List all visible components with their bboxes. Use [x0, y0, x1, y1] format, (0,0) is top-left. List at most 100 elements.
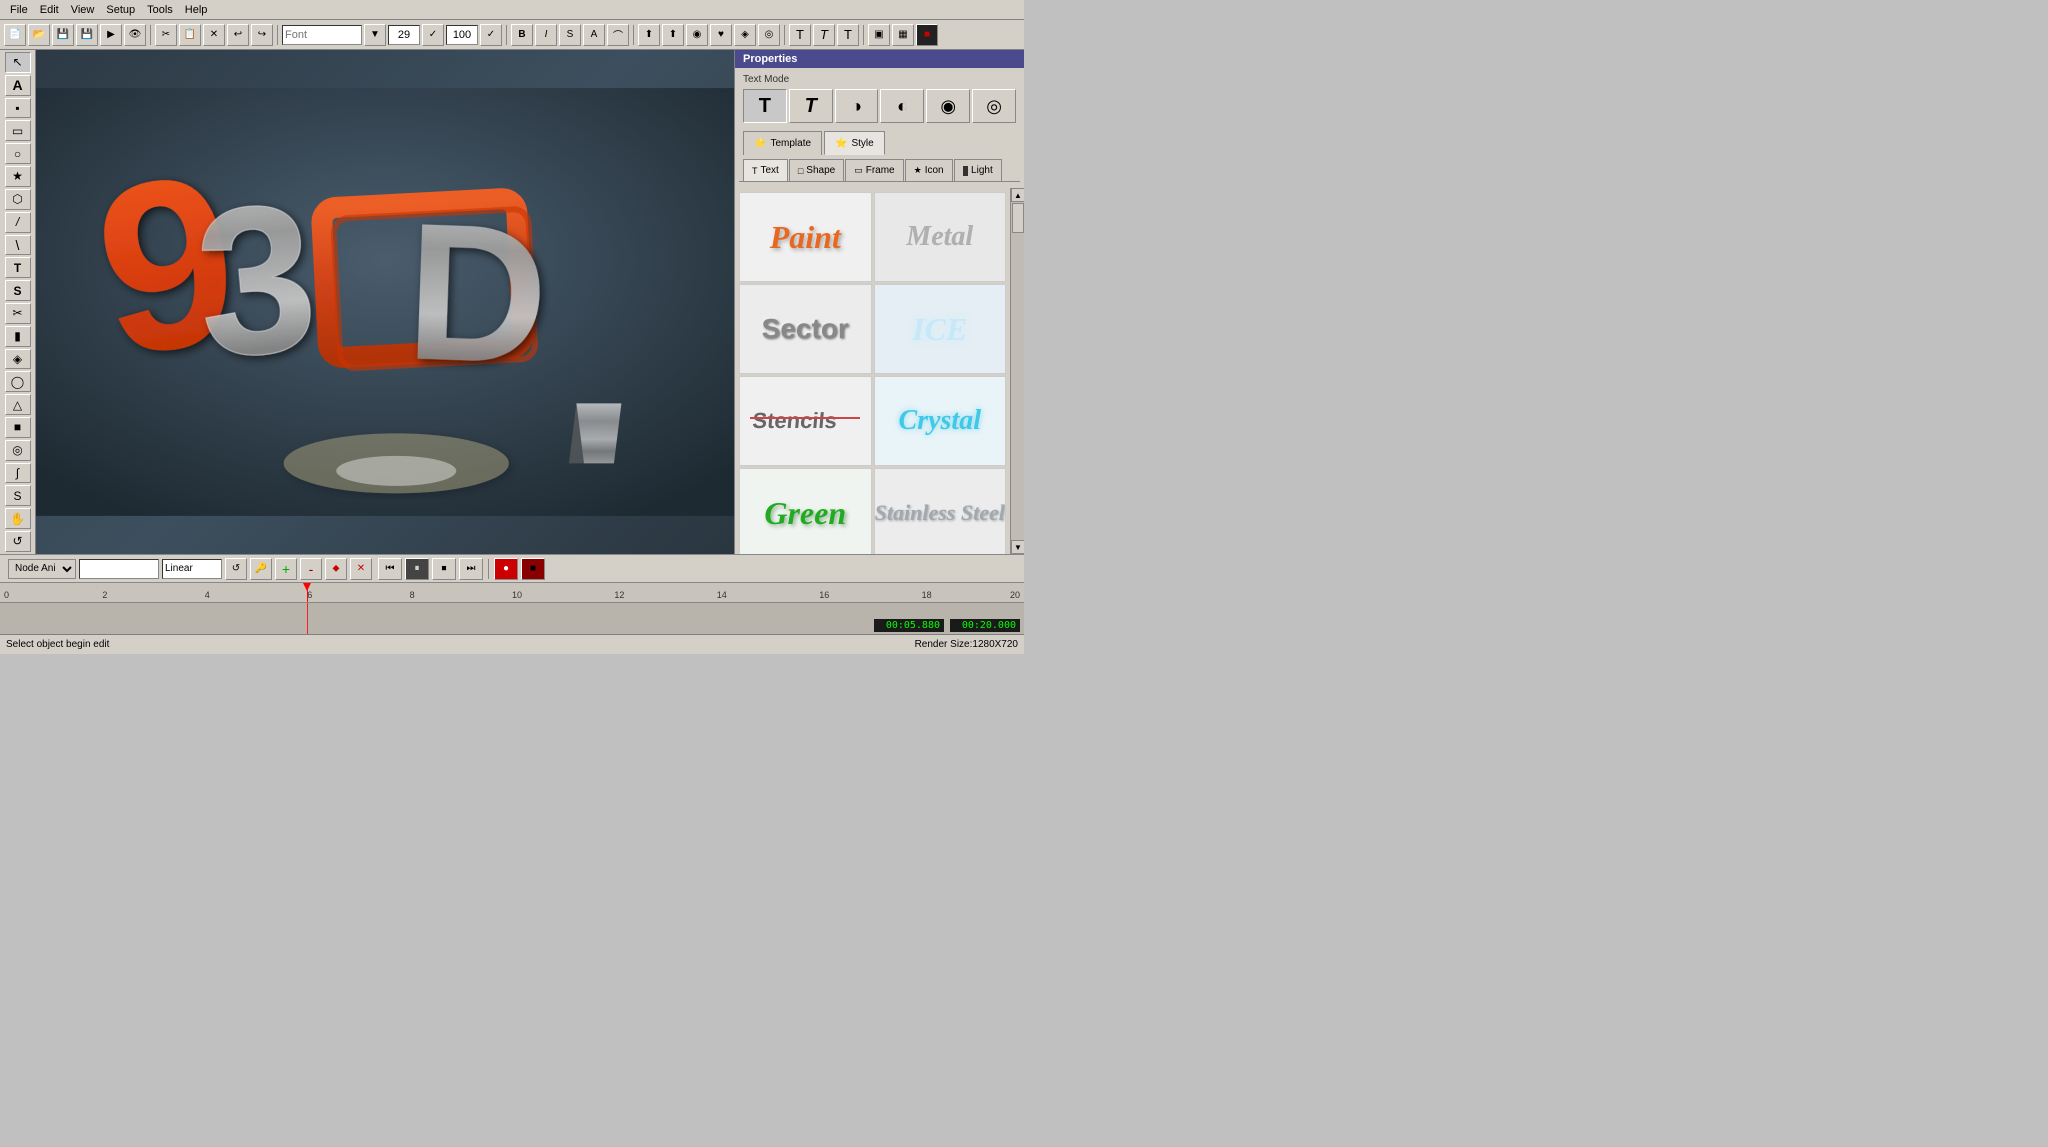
- ellipse-tool[interactable]: ○: [5, 143, 31, 164]
- s-tool[interactable]: S: [5, 485, 31, 506]
- mode-btn-3[interactable]: ◑: [835, 89, 879, 123]
- canvas-viewport[interactable]: 9 3 3 D: [36, 50, 734, 554]
- polygon-tool[interactable]: ⬡: [5, 189, 31, 210]
- record-btn[interactable]: ●: [494, 558, 518, 580]
- save-as-button[interactable]: 💾: [76, 24, 98, 46]
- subtab-icon[interactable]: ★ Icon: [905, 159, 953, 181]
- move-tool[interactable]: ✋: [5, 508, 31, 529]
- tab-template[interactable]: ⭐ Template: [743, 131, 822, 155]
- style-paint-cell[interactable]: Paint: [739, 192, 872, 282]
- play-start-btn[interactable]: ⏮: [378, 558, 402, 580]
- animation-name-input[interactable]: [79, 559, 159, 579]
- scroll-up-btn[interactable]: ▲: [1011, 188, 1024, 202]
- save-button[interactable]: 💾: [52, 24, 74, 46]
- tool1[interactable]: ⬆: [638, 24, 660, 46]
- mode-btn-6[interactable]: ◎: [972, 89, 1016, 123]
- style-sector-cell[interactable]: Sector: [739, 284, 872, 374]
- mode-btn-2[interactable]: T: [789, 89, 833, 123]
- pen-tool[interactable]: \: [5, 235, 31, 256]
- square-tool[interactable]: ■: [5, 417, 31, 438]
- shape-tool[interactable]: ◈: [5, 349, 31, 370]
- menu-view[interactable]: View: [65, 3, 101, 17]
- italic-button[interactable]: I: [535, 24, 557, 46]
- select-tool[interactable]: ↖: [5, 52, 31, 73]
- tl-refresh[interactable]: ↺: [225, 558, 247, 580]
- text-tool[interactable]: A: [5, 75, 31, 96]
- menu-edit[interactable]: Edit: [34, 3, 65, 17]
- line-tool[interactable]: /: [5, 212, 31, 233]
- cut-button[interactable]: ✂: [155, 24, 177, 46]
- subtab-frame[interactable]: ▭ Frame: [845, 159, 903, 181]
- redo-button[interactable]: ↪: [251, 24, 273, 46]
- font-selector[interactable]: [282, 25, 362, 45]
- tl-key[interactable]: 🔑: [250, 558, 272, 580]
- tl-key2[interactable]: ⬥: [325, 558, 347, 580]
- tl-add[interactable]: +: [275, 558, 297, 580]
- wave-tool[interactable]: ∫: [5, 463, 31, 484]
- text3-tool[interactable]: S: [5, 280, 31, 301]
- play-btn[interactable]: ⏸: [405, 558, 429, 580]
- style-stencils-cell[interactable]: Stencils: [739, 376, 872, 466]
- subtab-text[interactable]: T Text: [743, 159, 788, 181]
- scroll-down-btn[interactable]: ▼: [1011, 540, 1024, 554]
- tool4[interactable]: ♥: [710, 24, 732, 46]
- rect-tool[interactable]: ▪: [5, 98, 31, 119]
- stop-btn[interactable]: ⏹: [432, 558, 456, 580]
- tl-remove[interactable]: -: [300, 558, 322, 580]
- font-size-input[interactable]: [388, 25, 420, 45]
- style-green-cell[interactable]: Green: [739, 468, 872, 554]
- end-btn[interactable]: ■: [521, 558, 545, 580]
- scroll-thumb[interactable]: [1012, 203, 1024, 233]
- strike-button[interactable]: S: [559, 24, 581, 46]
- style-stainless-cell[interactable]: Stainless Steel: [874, 468, 1007, 554]
- zoom-input[interactable]: [446, 25, 478, 45]
- color-tool[interactable]: ■: [916, 24, 938, 46]
- tool6[interactable]: ◎: [758, 24, 780, 46]
- tool5[interactable]: ◈: [734, 24, 756, 46]
- text-tool2[interactable]: T: [813, 24, 835, 46]
- subtab-shape[interactable]: □ Shape: [789, 159, 844, 181]
- align-button[interactable]: A: [583, 24, 605, 46]
- bold-button[interactable]: B: [511, 24, 533, 46]
- interpolation-select[interactable]: [162, 559, 222, 579]
- text-tool3[interactable]: T: [837, 24, 859, 46]
- rotate-tool[interactable]: ↺: [5, 531, 31, 552]
- open-button[interactable]: 📂: [28, 24, 50, 46]
- zoom-spin[interactable]: ✓: [480, 24, 502, 46]
- star-tool[interactable]: ★: [5, 166, 31, 187]
- circle-tool[interactable]: ◯: [5, 371, 31, 392]
- scroll-track[interactable]: [1011, 202, 1024, 540]
- play-end-btn[interactable]: ⏭: [459, 558, 483, 580]
- style-scrollbar[interactable]: ▲ ▼: [1010, 188, 1024, 554]
- ring-tool[interactable]: ◎: [5, 440, 31, 461]
- roundrect-tool[interactable]: ▭: [5, 120, 31, 141]
- mode-btn-1[interactable]: T: [743, 89, 787, 123]
- style-crystal-cell[interactable]: Crystal: [874, 376, 1007, 466]
- copy-button[interactable]: 📋: [179, 24, 201, 46]
- text-tool1[interactable]: T: [789, 24, 811, 46]
- render-button[interactable]: ▶: [100, 24, 122, 46]
- wave-button[interactable]: ⌒: [607, 24, 629, 46]
- font-size-spin[interactable]: ✓: [422, 24, 444, 46]
- text2-tool[interactable]: T: [5, 257, 31, 278]
- font-dropdown[interactable]: ▼: [364, 24, 386, 46]
- menu-setup[interactable]: Setup: [100, 3, 141, 17]
- fill-tool[interactable]: ▮: [5, 326, 31, 347]
- tool2[interactable]: ⬆: [662, 24, 684, 46]
- undo-button[interactable]: ↩: [227, 24, 249, 46]
- tab-style[interactable]: ⭐ Style: [824, 131, 885, 155]
- triangle-tool[interactable]: △: [5, 394, 31, 415]
- style-ice-cell[interactable]: ICE: [874, 284, 1007, 374]
- new-button[interactable]: 📄: [4, 24, 26, 46]
- delete-button[interactable]: ✕: [203, 24, 225, 46]
- mode-btn-4[interactable]: ◐: [880, 89, 924, 123]
- tl-delete[interactable]: ✕: [350, 558, 372, 580]
- node-ani-select[interactable]: Node Ani: [8, 559, 76, 579]
- scissors-tool[interactable]: ✂: [5, 303, 31, 324]
- menu-help[interactable]: Help: [179, 3, 214, 17]
- img-tool1[interactable]: ▣: [868, 24, 890, 46]
- timeline-track[interactable]: 0 2 4 6 8 10 12 14 16 18 20: [0, 583, 1024, 634]
- style-metal-cell[interactable]: Metal: [874, 192, 1007, 282]
- tool3[interactable]: ◉: [686, 24, 708, 46]
- preview-button[interactable]: 👁: [124, 24, 146, 46]
